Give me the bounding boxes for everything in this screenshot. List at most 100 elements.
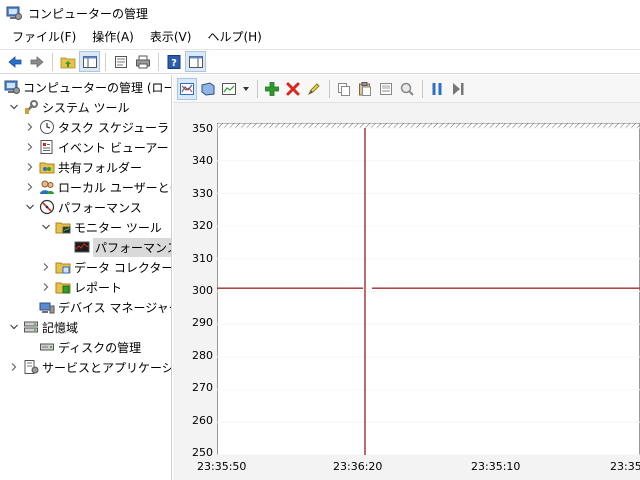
y-tick-label: 260 xyxy=(192,414,213,427)
tree-item-task-scheduler[interactable]: タスク スケジューラ xyxy=(24,117,169,137)
menu-bar: ファイル(F) 操作(A) 表示(V) ヘルプ(H) xyxy=(0,27,640,48)
update-data-icon xyxy=(453,82,464,95)
copy-properties-icon xyxy=(338,82,350,96)
paste-counter-list-button[interactable] xyxy=(355,78,375,100)
tree-item-label: サービスとアプリケーション xyxy=(42,360,172,375)
tree-item-computer-management[interactable]: コンピューターの管理 (ローカル) xyxy=(4,77,171,97)
tree-item-event-viewer[interactable]: イベント ビューアー xyxy=(24,137,169,157)
freeze-display-button[interactable] xyxy=(198,78,218,100)
tree-item-data-collector-sets[interactable]: データ コレクター セッ xyxy=(40,257,171,277)
delete-counter-button[interactable] xyxy=(283,78,303,100)
tree-expander[interactable] xyxy=(24,157,36,177)
tree-item-label: 記憶域 xyxy=(42,320,79,335)
y-tick-label: 250 xyxy=(192,446,213,459)
tree-item-label: 共有フォルダー xyxy=(58,160,143,175)
performance-monitor-pane: 350 340 330 320 310 300 290 280 270 260 … xyxy=(173,75,640,480)
tree-item-shared-folders[interactable]: 共有フォルダー xyxy=(24,157,142,177)
y-tick-label: 310 xyxy=(192,252,213,265)
tree-item-disk-management[interactable]: ディスクの管理 xyxy=(39,337,141,357)
tree-expander[interactable] xyxy=(24,177,36,197)
menu-action[interactable]: 操作(A) xyxy=(84,27,142,48)
tree-expander[interactable] xyxy=(8,317,20,337)
tree-item-storage[interactable]: 記憶域 xyxy=(8,317,78,337)
pause-button[interactable] xyxy=(427,78,447,100)
zoom-button[interactable] xyxy=(397,78,417,100)
tree-expander[interactable] xyxy=(8,97,20,117)
chevron-right-icon xyxy=(43,263,49,271)
performance-icon xyxy=(39,199,55,215)
tree-item-performance[interactable]: パフォーマンス xyxy=(24,197,142,217)
tree-item-label: デバイス マネージャー xyxy=(58,300,172,315)
back-button[interactable] xyxy=(4,51,25,72)
tree-expander[interactable] xyxy=(24,137,36,157)
graph-type-dropdown[interactable] xyxy=(240,78,252,100)
shared-folder-icon xyxy=(39,162,55,174)
help-icon: ? xyxy=(167,54,180,69)
up-folder-icon xyxy=(60,57,75,68)
tree-item-services-applications[interactable]: サービスとアプリケーション xyxy=(8,357,172,377)
copy-properties-button[interactable] xyxy=(334,78,354,100)
reports-folder-icon xyxy=(55,282,71,294)
graph-area: 350 340 330 320 310 300 290 280 270 260 … xyxy=(173,103,640,480)
forward-button[interactable] xyxy=(26,51,47,72)
y-tick-label: 330 xyxy=(192,187,213,200)
action-pane-icon xyxy=(188,55,203,68)
view-graph-icon xyxy=(180,82,194,95)
tree-item-local-users-groups[interactable]: ローカル ユーザーとグルー xyxy=(24,177,171,197)
tree-item-system-tools[interactable]: システム ツール xyxy=(8,97,129,117)
menu-file[interactable]: ファイル(F) xyxy=(4,27,84,48)
view-current-activity-button[interactable] xyxy=(177,77,197,100)
menu-help[interactable]: ヘルプ(H) xyxy=(199,27,269,48)
properties-button[interactable] xyxy=(110,51,131,72)
highlight-icon xyxy=(307,82,320,95)
tree-expander[interactable] xyxy=(40,257,52,277)
chevron-down-icon xyxy=(10,104,18,110)
y-tick-label: 280 xyxy=(192,349,213,362)
tree-expander[interactable] xyxy=(24,117,36,137)
update-data-button[interactable] xyxy=(448,78,468,100)
freeze-display-icon xyxy=(201,81,215,96)
tree-item-device-manager[interactable]: デバイス マネージャー xyxy=(39,297,172,317)
services-apps-icon xyxy=(24,360,39,374)
y-tick-label: 290 xyxy=(192,316,213,329)
back-arrow-icon xyxy=(7,55,21,68)
plot-area xyxy=(217,123,640,455)
local-users-icon xyxy=(40,180,54,194)
toolbar-separator xyxy=(105,52,106,71)
tree-expander[interactable] xyxy=(40,217,52,237)
chevron-right-icon xyxy=(27,143,33,151)
chevron-right-icon xyxy=(27,183,33,191)
system-tools-icon xyxy=(25,100,38,114)
chevron-right-icon xyxy=(27,163,33,171)
help-button[interactable]: ? xyxy=(163,51,184,72)
tree-item-monitor-tools[interactable]: モニター ツール xyxy=(40,217,162,237)
add-counter-button[interactable] xyxy=(262,78,282,100)
computer-management-icon xyxy=(6,6,22,20)
show-hide-action-pane-button[interactable] xyxy=(185,51,206,72)
print-button[interactable] xyxy=(132,51,153,72)
show-hide-console-tree-button[interactable] xyxy=(79,51,100,72)
tree-expander[interactable] xyxy=(8,357,20,377)
computer-management-icon xyxy=(4,80,20,94)
tree-expander[interactable] xyxy=(40,277,52,297)
menu-view[interactable]: 表示(V) xyxy=(142,27,200,48)
tree-expander[interactable] xyxy=(24,197,36,217)
tree-item-performance-monitor[interactable]: パフォーマンス モ xyxy=(74,237,171,257)
print-icon xyxy=(135,55,150,68)
title-bar: コンピューターの管理 xyxy=(0,0,640,26)
tree-item-label: イベント ビューアー xyxy=(58,140,169,155)
change-graph-type-button[interactable] xyxy=(219,78,239,100)
console-tree-icon xyxy=(82,55,97,68)
perf-monitor-toolbar xyxy=(173,75,640,103)
disk-management-icon xyxy=(40,343,54,351)
data-collector-folder-icon xyxy=(55,262,71,274)
y-tick-label: 350 xyxy=(192,122,213,135)
graph-properties-button[interactable] xyxy=(376,78,396,100)
highlight-button[interactable] xyxy=(304,78,324,100)
y-tick-label: 300 xyxy=(192,284,213,297)
tree-item-label: レポート xyxy=(74,280,123,295)
tree-item-label: ディスクの管理 xyxy=(58,340,142,355)
up-level-button[interactable] xyxy=(57,51,78,72)
x-tick-label: 23:36:20 xyxy=(333,460,383,473)
tree-item-reports[interactable]: レポート xyxy=(40,277,122,297)
